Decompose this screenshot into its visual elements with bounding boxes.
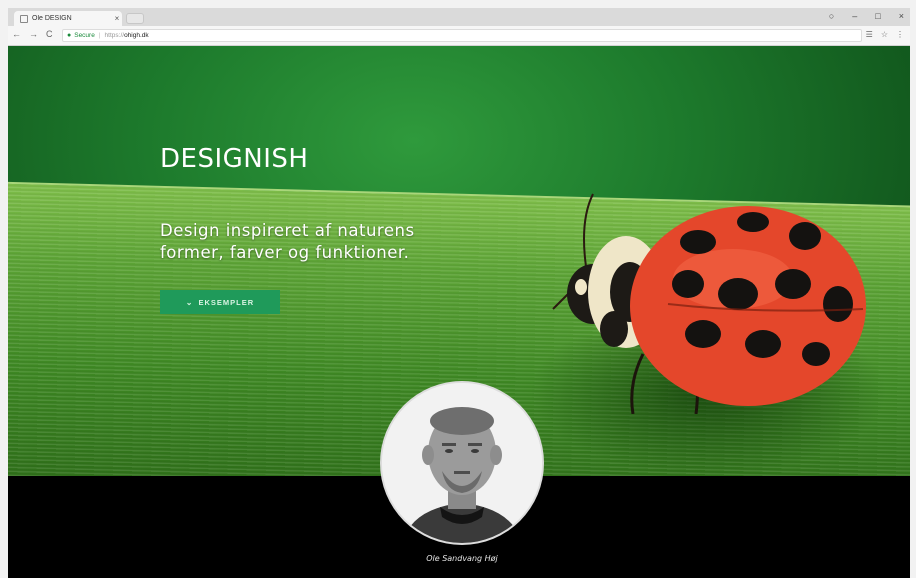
reload-button[interactable]: C (46, 29, 53, 39)
page-favicon-icon (20, 14, 28, 23)
browser-toolbar: ← → C ● Secure | https:// ohigh.dk ☰ ☆ ⋮ (8, 26, 910, 46)
toolbar-icons: ☰ ☆ ⋮ (866, 30, 904, 39)
lock-icon: ● (67, 32, 72, 39)
avatar (382, 383, 542, 543)
close-window-button[interactable]: × (899, 11, 904, 21)
hero-subtitle: Design inspireret af naturens former, fa… (160, 221, 415, 262)
portrait-image (382, 383, 542, 543)
url-host: ohigh.dk (124, 32, 149, 39)
examples-button-label: EKSEMPLER (198, 297, 255, 307)
address-bar[interactable]: ● Secure | https:// ohigh.dk (62, 29, 862, 42)
back-button[interactable]: ← (12, 29, 21, 39)
browser-window: Ole DESIGN × ○ – □ × ← → C ● Secure | ht… (0, 0, 916, 578)
browser-menu-icon[interactable]: ⋮ (896, 30, 904, 39)
minimize-button[interactable]: – (852, 11, 857, 21)
secure-label: Secure (74, 32, 95, 39)
examples-button[interactable]: ⌄ EKSEMPLER (160, 290, 280, 314)
chevron-down-icon: ⌄ (185, 297, 194, 307)
profile-name: Ole Sandvang Høj (426, 554, 498, 563)
browser-tab[interactable]: Ole DESIGN × (14, 11, 122, 26)
ladybug-image (552, 193, 866, 414)
forward-button[interactable]: → (29, 29, 38, 39)
tab-close-icon[interactable]: × (112, 14, 122, 23)
tab-bar: Ole DESIGN × ○ – □ × (8, 8, 910, 26)
window-controls: ○ – □ × (829, 11, 904, 21)
account-icon[interactable]: ○ (829, 11, 834, 21)
hero-title: DESIGNISH (160, 144, 309, 174)
url-protocol: https:// (104, 32, 125, 39)
maximize-button[interactable]: □ (875, 11, 880, 21)
bookmark-star-icon[interactable]: ☆ (881, 30, 888, 39)
tab-title: Ole DESIGN (32, 15, 72, 22)
address-separator: | (98, 32, 101, 39)
extension-icon[interactable]: ☰ (866, 30, 873, 39)
page-viewport: DESIGNISH Design inspireret af naturens … (8, 46, 910, 578)
nav-buttons: ← → C (12, 29, 53, 39)
new-tab-button[interactable] (126, 13, 144, 24)
